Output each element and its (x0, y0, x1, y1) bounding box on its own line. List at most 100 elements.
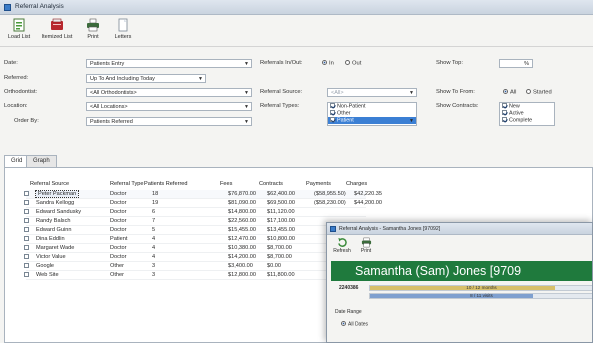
all-dates-label: All Dates (348, 321, 369, 328)
cell-charges: $42,220.35 (354, 191, 382, 197)
referral-types-list[interactable]: Non-Patient Other Patient ▼ (327, 102, 417, 126)
cell-source: Web Site (36, 272, 59, 278)
popup-print-label: Print (360, 248, 372, 254)
radio-out[interactable]: Out (345, 60, 361, 67)
show-top-label: Show Top: (436, 60, 463, 66)
contract-item[interactable]: Complete (500, 117, 554, 124)
radio-all-dates[interactable]: All Dates (341, 321, 368, 328)
column-header[interactable]: Fees (220, 181, 232, 187)
row-checkbox[interactable] (24, 227, 29, 232)
table-row[interactable]: Web Site Other 3 $12,800.00 $11,800.00 (24, 271, 366, 280)
cell-charges: $44,200.00 (354, 200, 382, 206)
row-checkbox[interactable] (24, 236, 29, 241)
months-progress-bar: 10 / 12 months (369, 285, 592, 291)
referral-type-item[interactable]: Other (328, 110, 416, 117)
cell-contracts: $11,800.00 (267, 272, 295, 278)
table-row[interactable]: Victor Value Doctor 4 $14,200.00 $8,700.00 (24, 253, 366, 262)
column-header[interactable]: Referral Source (30, 181, 69, 187)
visits-progress-bar: 8 / 11 visits (369, 293, 592, 299)
cell-payments: ($58,230.00) (314, 200, 346, 206)
cell-type: Other (110, 263, 124, 269)
cell-source: Edward Sandusky (36, 209, 82, 215)
chevron-down-icon: ▼ (244, 104, 249, 110)
cell-type: Other (110, 272, 124, 278)
load-list-label: Load List (7, 34, 31, 40)
table-row[interactable]: Sandra Kellogg Doctor 19 $81,090.00 $69,500.… (24, 199, 382, 208)
row-checkbox[interactable] (24, 191, 29, 196)
cell-type: Doctor (110, 227, 127, 233)
cell-type: Doctor (110, 209, 127, 215)
cell-contracts: $17,100.00 (267, 218, 295, 224)
visits-progress-text: 8 / 11 visits (470, 293, 493, 298)
cell-type: Doctor (110, 254, 127, 260)
table-row[interactable]: Edward Sandusky Doctor 6 $14,800.00 $11,120.… (24, 208, 366, 217)
radio-all-label: All (510, 89, 517, 96)
order-by-label: Order By: (14, 118, 39, 124)
column-header[interactable]: Payments (306, 181, 331, 187)
app-icon (330, 226, 336, 232)
column-header[interactable]: Referral Type (110, 181, 143, 187)
row-checkbox[interactable] (24, 200, 29, 205)
row-checkbox[interactable] (24, 254, 29, 259)
checkbox (502, 103, 507, 108)
checkbox (502, 117, 507, 122)
row-checkbox[interactable] (24, 272, 29, 277)
referral-source-label: Referral Source: (260, 89, 303, 95)
orthodontist-select[interactable]: <All Orthodontists> ▼ (86, 88, 252, 97)
popup-print-button[interactable]: Print (353, 237, 379, 254)
load-list-button[interactable]: Load List (2, 17, 36, 45)
table-row[interactable]: Google Other 3 $3,400.00 $0.00 (24, 262, 366, 271)
date-select[interactable]: Patients Entry ▼ (86, 59, 252, 68)
table-row[interactable]: Dina Eddlin Patient 4 $12,470.00 $10,800.00 (24, 235, 366, 244)
radio-all[interactable]: All (503, 89, 516, 96)
letters-button[interactable]: Letters (108, 17, 138, 45)
show-top-input[interactable]: % (499, 59, 533, 68)
tab-graph[interactable]: Graph (26, 155, 57, 167)
location-select[interactable]: <All Locations> ▼ (86, 102, 252, 111)
cell-patients-referred: 3 (152, 272, 156, 278)
cell-fees: $15,455.00 (228, 227, 256, 233)
row-checkbox[interactable] (24, 209, 29, 214)
order-by-select[interactable]: Patients Referred ▼ (86, 117, 252, 126)
popup-title: Referral Analysis - Samantha Jones [9709… (339, 226, 441, 232)
referred-select[interactable]: Up To And Including Today ▼ (86, 74, 206, 83)
radio-all-dot (503, 89, 508, 94)
contract-item[interactable]: New (500, 103, 554, 110)
cell-patients-referred: 5 (152, 227, 156, 233)
table-row[interactable]: Peter Packman Doctor 18 $76,870.00 $62,400.0… (24, 190, 382, 199)
title-bar: Referral Analysis (0, 0, 593, 15)
cell-contracts: $10,800.00 (267, 236, 295, 242)
itemized-list-icon (51, 18, 63, 30)
column-header[interactable]: Patients Referred (144, 181, 188, 187)
table-row[interactable]: Edward Guinn Doctor 5 $15,455.00 $13,455.00 (24, 226, 366, 235)
row-checkbox[interactable] (24, 245, 29, 250)
radio-started[interactable]: Started (526, 89, 552, 96)
refresh-button[interactable]: Refresh (329, 237, 355, 254)
column-header[interactable]: Charges (346, 181, 367, 187)
cell-contracts: $8,700.00 (267, 245, 292, 251)
cell-source: Randy Balsch (36, 218, 71, 224)
letter-icon (118, 18, 128, 32)
row-checkbox[interactable] (24, 263, 29, 268)
print-button[interactable]: Print (79, 17, 107, 45)
contracts-list[interactable]: New Active Complete (499, 102, 555, 126)
referral-source-select[interactable]: <All> ▼ (327, 88, 417, 97)
referral-type-item[interactable]: Patient (328, 117, 416, 124)
referrals-in-out-label: Referrals In/Out: (260, 60, 303, 66)
months-progress-text: 10 / 12 months (466, 285, 497, 290)
column-header[interactable]: Contracts (259, 181, 283, 187)
row-checkbox[interactable] (24, 218, 29, 223)
radio-started-dot (526, 89, 531, 94)
cell-contracts: $62,400.00 (267, 191, 295, 197)
contract-item[interactable]: Active (500, 110, 554, 117)
table-row[interactable]: Randy Balsch Doctor 7 $22,560.00 $17,100.00 (24, 217, 366, 226)
table-row[interactable]: Margaret Wade Doctor 4 $10,380.00 $8,700.00 (24, 244, 366, 253)
window-title: Referral Analysis (15, 3, 64, 10)
chevron-down-icon: ▼ (409, 90, 414, 96)
radio-in-label: In (329, 60, 334, 67)
radio-in[interactable]: In (322, 60, 334, 67)
itemized-list-button[interactable]: Itemized List (37, 17, 77, 45)
radio-out-label: Out (352, 60, 362, 67)
referral-type-item[interactable]: Non-Patient (328, 103, 416, 110)
popup-title-bar: Referral Analysis - Samantha Jones [9709… (327, 223, 592, 235)
